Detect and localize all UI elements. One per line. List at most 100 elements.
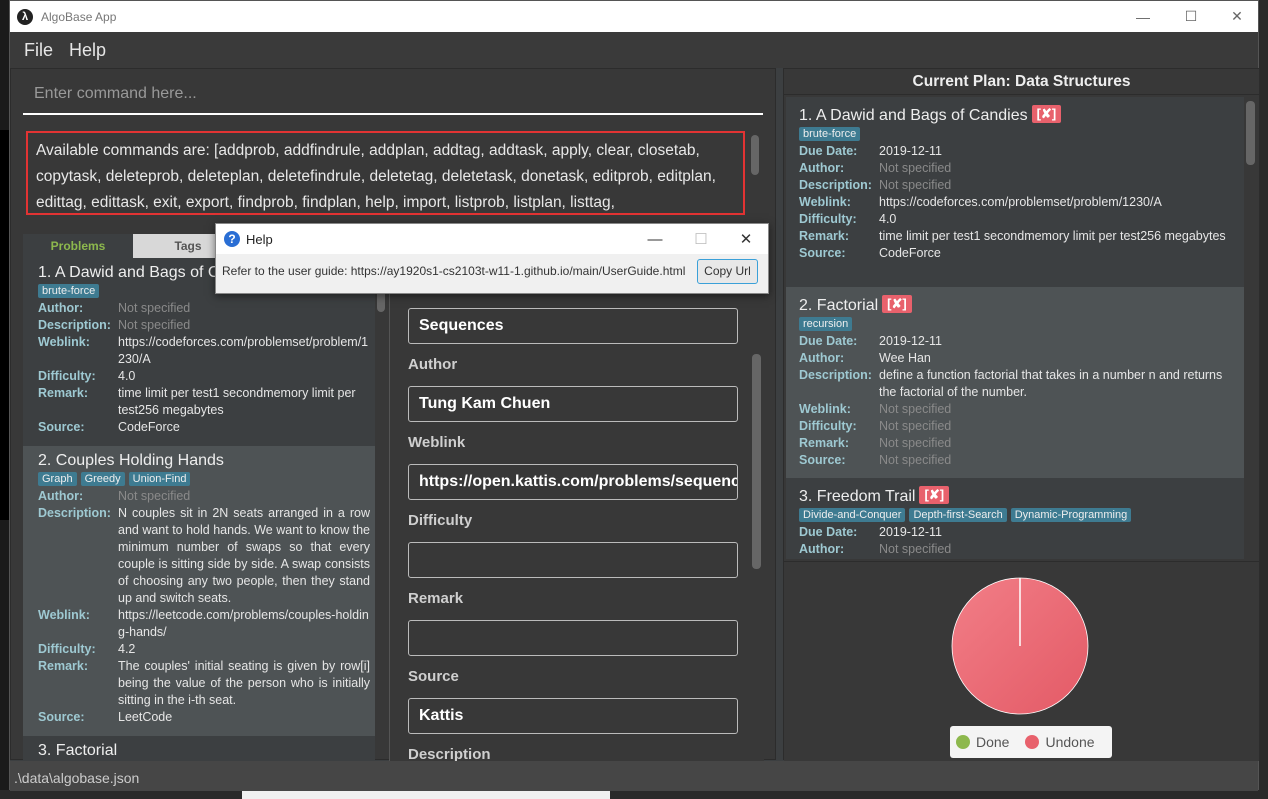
undone-badge-icon[interactable]: [✘] xyxy=(1031,105,1062,123)
description-value: Not specified xyxy=(118,318,191,332)
menu-file[interactable]: File xyxy=(24,40,53,61)
due-date-value: 2019-12-11 xyxy=(879,334,943,348)
author-label: Author: xyxy=(38,301,84,315)
author-value: Wee Han xyxy=(879,351,931,365)
window-title: AlgoBase App xyxy=(41,9,117,24)
description-value: define a function factorial that takes i… xyxy=(879,368,1223,399)
command-input[interactable] xyxy=(23,75,763,113)
difficulty-field[interactable] xyxy=(408,542,738,578)
tab-problems[interactable]: Problems xyxy=(23,234,133,258)
problem-card[interactable]: 3. Factorial xyxy=(23,736,375,761)
weblink-label: Weblink: xyxy=(799,195,851,209)
result-scrollbar[interactable] xyxy=(751,135,759,175)
question-icon: ? xyxy=(224,231,240,247)
tag-badge: Greedy xyxy=(80,472,125,486)
due-date-label: Due Date: xyxy=(799,525,858,539)
tag-badge: Graph xyxy=(38,472,77,486)
description-field-label: Description xyxy=(408,746,491,761)
tag-badge: Depth-first-Search xyxy=(909,508,1007,522)
remark-value: The couples' initial seating is given by… xyxy=(118,659,370,707)
author-field-label: Author xyxy=(408,356,458,373)
maximize-button[interactable]: ☐ xyxy=(1168,1,1214,32)
undone-badge-icon[interactable]: [✘] xyxy=(919,486,950,504)
legend-done: Done xyxy=(976,734,1010,750)
progress-pie-chart: Done Undone xyxy=(784,561,1259,761)
close-button[interactable]: ✕ xyxy=(1214,1,1260,32)
source-value: LeetCode xyxy=(118,710,173,724)
difficulty-label: Difficulty: xyxy=(799,212,857,226)
problem-title: 3. Factorial xyxy=(38,742,118,759)
difficulty-value: 4.0 xyxy=(118,369,136,383)
task-list-scrollbar[interactable] xyxy=(1246,101,1255,165)
description-label: Description: xyxy=(799,178,872,192)
remark-value: time limit per test1 secondmemory limit … xyxy=(879,229,1226,243)
description-value: Not specified xyxy=(879,178,952,192)
minimize-button[interactable]: — xyxy=(1120,1,1166,32)
terminal-window xyxy=(0,130,9,520)
title-bar: λ AlgoBase App — ☐ ✕ xyxy=(10,1,1258,32)
task-card[interactable]: 2. Factorial [✘] recursion Due Date: 2019-… xyxy=(786,287,1244,478)
source-label: Source: xyxy=(799,246,846,260)
tag-badge: brute-force xyxy=(38,284,100,298)
remark-field[interactable] xyxy=(408,620,738,656)
help-dialog: ? Help — ☐ ✕ Refer to the user guide: ht… xyxy=(215,223,769,294)
source-value: CodeForce xyxy=(879,246,941,260)
difficulty-field-label: Difficulty xyxy=(408,512,473,529)
help-message: Refer to the user guide: https://ay1920s… xyxy=(222,264,686,278)
difficulty-label: Difficulty: xyxy=(799,419,857,433)
menu-bar: File Help xyxy=(10,32,1258,68)
task-title: 2. Factorial xyxy=(799,297,879,314)
undone-badge-icon[interactable]: [✘] xyxy=(882,295,912,313)
author-label: Author: xyxy=(799,351,845,365)
tag-badge: Union-Find xyxy=(128,472,191,486)
difficulty-value: Not specified xyxy=(879,419,952,433)
author-value: Not specified xyxy=(879,542,952,556)
help-title: Help xyxy=(246,231,273,247)
app-window: λ AlgoBase App — ☐ ✕ File Help Available… xyxy=(9,0,1260,791)
due-date-label: Due Date: xyxy=(799,334,858,348)
problem-card[interactable]: 2. Couples Holding Hands Graph Greedy Un… xyxy=(23,446,375,736)
task-card[interactable]: 1. A Dawid and Bags of Candies [✘] brute-… xyxy=(786,97,1244,287)
main-left-area: Available commands are: [addprob, addfin… xyxy=(10,68,776,761)
source-value: Not specified xyxy=(879,453,952,467)
legend-undone: Undone xyxy=(1045,734,1095,750)
source-label: Source: xyxy=(38,420,85,434)
background-panel xyxy=(242,790,610,799)
weblink-field-label: Weblink xyxy=(408,434,466,451)
help-close-button[interactable]: ✕ xyxy=(723,224,769,254)
description-label: Description: xyxy=(799,368,872,382)
author-value: Not specified xyxy=(118,489,191,503)
remark-label: Remark: xyxy=(38,386,89,400)
done-legend-dot-icon xyxy=(956,735,970,749)
name-field[interactable]: Sequences xyxy=(408,308,738,344)
remark-label: Remark: xyxy=(38,659,89,673)
remark-value: time limit per test1 secondmemory limit … xyxy=(118,386,356,417)
task-card[interactable]: 3. Freedom Trail [✘] Divide-and-Conquer D… xyxy=(786,478,1244,559)
undone-legend-dot-icon xyxy=(1025,735,1040,749)
tag-badge: brute-force xyxy=(799,127,861,141)
weblink-value: https://codeforces.com/problemset/proble… xyxy=(118,335,369,366)
plan-title: Current Plan: Data Structures xyxy=(784,69,1259,95)
lambda-logo-icon: λ xyxy=(17,8,33,25)
source-label: Source: xyxy=(799,453,846,467)
weblink-label: Weblink: xyxy=(38,608,90,622)
weblink-field[interactable]: https://open.kattis.com/problems/sequenc… xyxy=(408,464,738,500)
task-title: 1. A Dawid and Bags of Candies xyxy=(799,107,1028,124)
tag-badge: Divide-and-Conquer xyxy=(799,508,906,522)
help-minimize-button[interactable]: — xyxy=(632,224,678,254)
help-maximize-button[interactable]: ☐ xyxy=(678,224,724,254)
difficulty-label: Difficulty: xyxy=(38,369,96,383)
due-date-value: 2019-12-11 xyxy=(879,525,943,539)
status-bar: .\data\algobase.json xyxy=(10,761,1258,791)
author-field[interactable]: Tung Kam Chuen xyxy=(408,386,738,422)
author-label: Author: xyxy=(799,161,845,175)
author-label: Author: xyxy=(799,542,845,556)
source-field[interactable]: Kattis xyxy=(408,698,738,734)
edit-panel-scrollbar[interactable] xyxy=(752,354,761,569)
menu-help[interactable]: Help xyxy=(69,40,106,61)
due-date-label: Due Date: xyxy=(799,144,858,158)
task-list: 1. A Dawid and Bags of Candies [✘] brute-… xyxy=(786,97,1244,559)
remark-value: Not specified xyxy=(879,436,952,450)
copy-url-button[interactable]: Copy Url xyxy=(697,259,758,284)
description-value: N couples sit in 2N seats arranged in a … xyxy=(118,506,371,605)
